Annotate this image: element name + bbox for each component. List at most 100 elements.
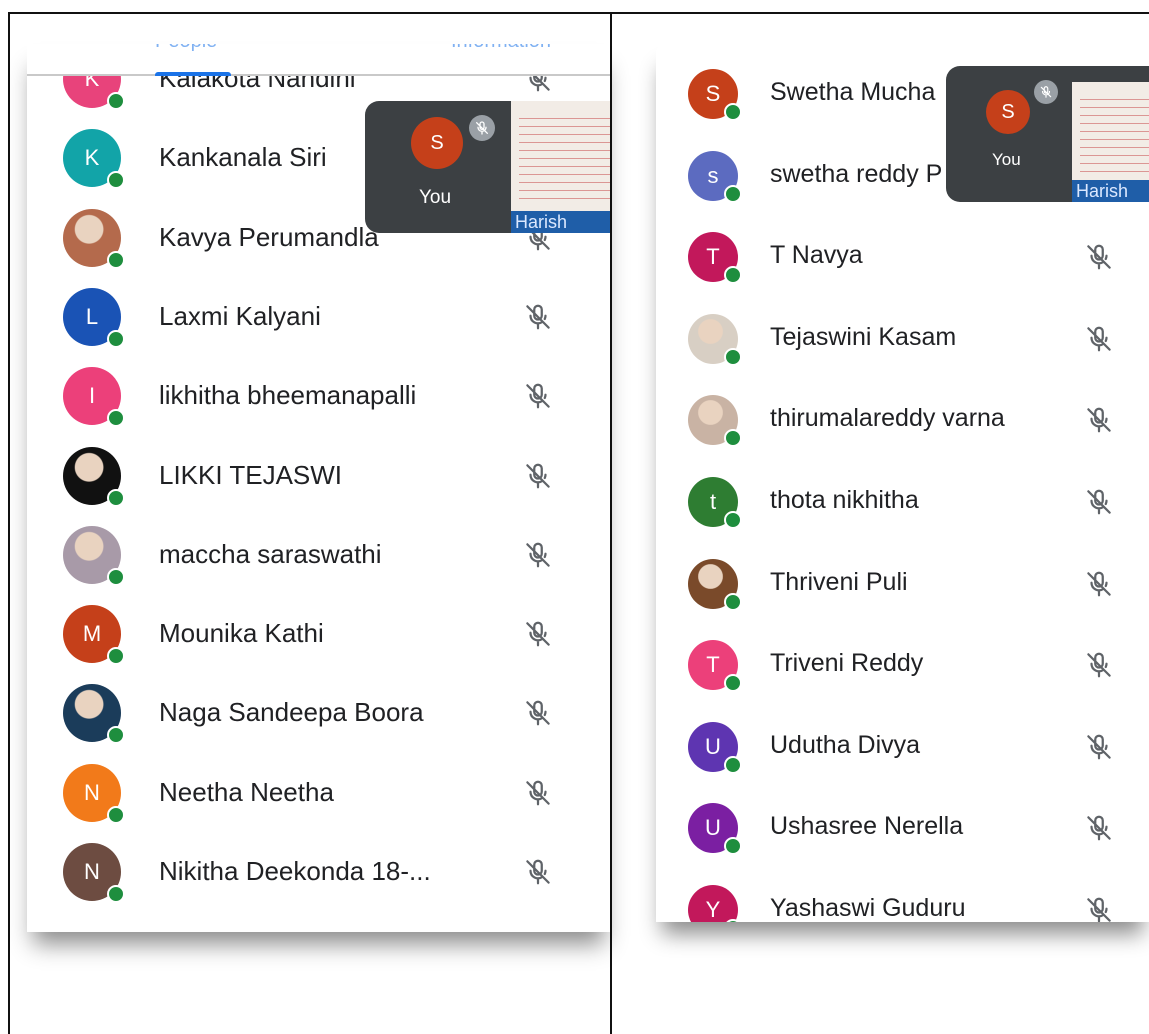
online-status-dot (107, 329, 125, 348)
mic-off-icon (1084, 405, 1114, 435)
participant-name: Yashaswi Guduru (770, 894, 966, 922)
mic-off-icon (1084, 813, 1114, 843)
participant-photo (688, 313, 742, 366)
online-status-dot (724, 429, 742, 448)
right-participants-panel: S Swetha Mucha s swetha reddy P T T Navya Teja… (656, 44, 1149, 922)
participant-row[interactable]: U Ushasree Nerella (656, 788, 1149, 868)
online-status-dot (724, 184, 742, 203)
presenter-thumbnail[interactable]: Harish (1072, 82, 1149, 202)
mic-off-icon (1084, 242, 1114, 272)
participant-row[interactable]: T T Navya (656, 217, 1149, 297)
avatar-initial: T (706, 244, 720, 270)
mic-off-icon (1084, 732, 1114, 762)
participant-name: maccha saraswathi (159, 538, 382, 569)
avatar-initial: U (705, 815, 721, 841)
tab-people[interactable]: People (155, 44, 217, 53)
presenter-thumbnail[interactable]: Harish (511, 101, 610, 233)
mic-off-icon (523, 302, 553, 332)
participant-row[interactable]: Y Yashaswi Guduru (656, 870, 1149, 922)
online-status-dot (724, 266, 742, 285)
mic-off-icon (1084, 569, 1114, 599)
participant-row[interactable]: N Nikitha Deekonda 18-... (27, 832, 610, 912)
participant-name: thota nikhitha (770, 486, 919, 514)
online-status-dot (724, 837, 742, 856)
participant-avatar: M (63, 605, 125, 666)
presenter-name: Harish (1072, 180, 1149, 202)
participant-avatar: K (63, 129, 125, 190)
participant-photo (63, 446, 125, 507)
tab-information[interactable]: Information (451, 44, 551, 53)
participant-name: LIKKI TEJASWI (159, 459, 343, 490)
participant-row[interactable]: Thriveni Puli (656, 544, 1149, 624)
avatar-initial: Y (705, 897, 721, 922)
mic-off-icon (523, 619, 553, 649)
participant-avatar: t (688, 477, 742, 529)
mic-off-icon (523, 461, 553, 491)
online-status-dot (724, 674, 742, 693)
participant-row[interactable]: N Neetha Neetha (27, 753, 610, 833)
self-avatar: S (986, 90, 1030, 134)
participant-avatar: U (688, 803, 742, 856)
participant-name: Triveni Reddy (770, 649, 924, 678)
online-status-dot (107, 250, 125, 269)
online-status-dot (107, 92, 125, 110)
participant-name: Ushasree Nerella (770, 812, 964, 841)
participant-row[interactable]: L Laxmi Kalyani (27, 277, 610, 357)
muted-mic-icon (1034, 80, 1058, 104)
self-view-tile[interactable]: S You Harish (946, 66, 1149, 202)
participant-row[interactable]: U Udutha Divya (656, 707, 1149, 787)
participant-row[interactable]: Ilikhitha bheemanapalli (27, 356, 610, 436)
participant-name: Tejaswini Kasam (770, 322, 957, 351)
online-status-dot (107, 726, 125, 745)
mic-off-icon (523, 540, 553, 570)
participant-row[interactable]: Naga Sandeepa Boora (27, 673, 610, 753)
tab-bar: People Information (27, 44, 610, 76)
avatar-initial: S (705, 81, 721, 106)
presenter-name: Harish (511, 211, 610, 233)
online-status-dot (724, 755, 742, 774)
participant-row[interactable]: thirumalareddy varna (656, 380, 1149, 460)
muted-mic-icon (469, 115, 495, 141)
avatar-initial: t (709, 489, 717, 514)
online-status-dot (107, 567, 125, 586)
participant-avatar: T (688, 232, 742, 285)
participant-avatar: I (63, 367, 125, 428)
online-status-dot (107, 885, 125, 903)
mic-off-icon (1084, 895, 1114, 922)
avatar-initial: K (84, 145, 100, 171)
participant-row[interactable]: T Triveni Reddy (656, 625, 1149, 705)
online-status-dot (107, 488, 125, 507)
participant-avatar: L (63, 287, 125, 348)
self-label: You (992, 150, 1021, 169)
participant-photo (63, 525, 125, 586)
mic-off-icon (1084, 324, 1114, 354)
participant-photo (688, 558, 742, 611)
participant-row[interactable]: Tejaswini Kasam (656, 299, 1149, 379)
participant-name: Thriveni Puli (770, 567, 908, 596)
online-status-dot (724, 511, 742, 529)
participant-name: Kavya Perumandla (159, 221, 379, 252)
active-tab-indicator (155, 72, 231, 76)
avatar-initial: T (706, 652, 720, 678)
participant-avatar: S (688, 69, 742, 121)
participant-row[interactable]: maccha saraswathi (27, 515, 610, 595)
participant-avatar: s (688, 150, 742, 203)
participant-avatar: N (63, 843, 125, 903)
avatar-initial: U (705, 733, 721, 759)
participant-row[interactable]: LIKKI TEJASWI (27, 436, 610, 516)
avatar-initial: N (84, 779, 100, 805)
presentation-preview (519, 111, 610, 205)
participant-row[interactable]: M Mounika Kathi (27, 594, 610, 674)
mic-off-icon (523, 778, 553, 808)
online-status-dot (107, 409, 125, 428)
self-view-tile[interactable]: S You Harish (365, 101, 610, 233)
online-status-dot (107, 647, 125, 666)
avatar-initial: L (85, 303, 99, 329)
online-status-dot (724, 103, 742, 121)
participant-row[interactable]: t thota nikhitha (656, 462, 1149, 542)
participant-avatar: N (63, 763, 125, 824)
participant-name: T Navya (770, 241, 863, 270)
online-status-dot (107, 171, 125, 190)
mic-off-icon (523, 698, 553, 728)
avatar-initial: N (84, 859, 100, 884)
